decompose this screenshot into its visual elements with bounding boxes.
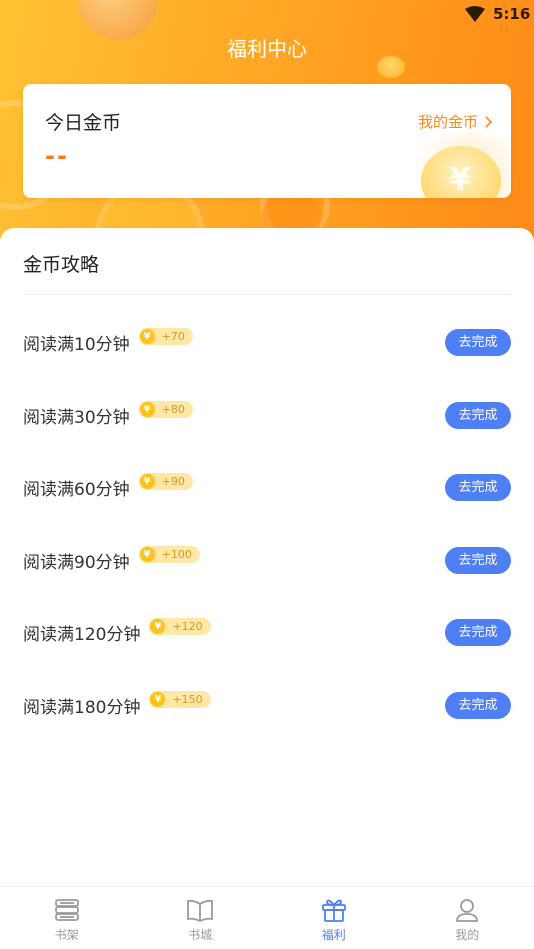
task-label: 阅读满30分钟: [23, 407, 130, 428]
status-bar: 5:16: [0, 0, 534, 30]
task-label: 阅读满10分钟: [23, 335, 130, 355]
page-title: 福利中心: [227, 37, 307, 61]
gift-icon: [321, 899, 346, 922]
yen-coin-icon: ¥: [138, 545, 156, 563]
wifi-icon: [465, 6, 485, 22]
task-label: 阅读满90分钟: [23, 552, 130, 573]
reward-amount: +80: [161, 402, 185, 416]
task-label: 阅读满60分钟: [23, 480, 130, 500]
open-book-icon: [187, 899, 214, 923]
task-row: 阅读满90分钟 ¥ +100 去完成: [0, 522, 534, 595]
chevron-right-icon: [485, 115, 493, 128]
coin-strategy-panel: 金币攻略 阅读满10分钟 ¥ +70 去完成 阅读满30分钟 ¥ +80 去完成: [0, 228, 534, 886]
tab-bookstore[interactable]: 书城: [134, 887, 268, 949]
today-coins-value: --: [45, 142, 69, 170]
my-coins-link[interactable]: 我的金币: [418, 111, 493, 132]
reward-badge: ¥ +150: [149, 690, 211, 708]
reward-amount: +70: [161, 330, 185, 343]
tab-bookshelf[interactable]: 书架: [0, 887, 134, 949]
reward-amount: +100: [161, 547, 192, 561]
tab-label: 我的: [455, 928, 480, 942]
reward-badge: ¥ +120: [149, 618, 211, 635]
reward-badge: ¥ +100: [138, 545, 200, 563]
task-row: 阅读满60分钟 ¥ +90 去完成: [0, 449, 534, 522]
reward-amount: +150: [172, 692, 203, 706]
tab-mine[interactable]: 我的: [401, 887, 534, 949]
bookshelf-icon: [54, 899, 79, 921]
complete-task-button[interactable]: 去完成: [445, 401, 511, 429]
my-coins-label: 我的金币: [417, 113, 478, 131]
complete-task-button[interactable]: 去完成: [445, 546, 511, 574]
task-row: 阅读满180分钟 ¥ +150 去完成: [0, 667, 534, 740]
profile-icon: [456, 899, 479, 922]
divider: [23, 294, 511, 295]
task-label: 阅读满120分钟: [23, 625, 141, 645]
tab-label: 书架: [54, 928, 79, 942]
task-row: 阅读满10分钟 ¥ +70 去完成: [0, 304, 534, 377]
task-row: 阅读满120分钟 ¥ +120 去完成: [0, 594, 534, 667]
tab-welfare[interactable]: 福利: [267, 887, 401, 949]
today-coins-card: ¥ 今日金币 -- 我的金币: [23, 84, 511, 198]
yen-coin-icon: ¥: [138, 473, 156, 490]
reward-badge: ¥ +80: [138, 400, 193, 418]
reward-amount: +120: [172, 620, 203, 633]
reward-badge: ¥ +90: [138, 473, 193, 490]
task-list: 阅读满10分钟 ¥ +70 去完成 阅读满30分钟 ¥ +80 去完成 阅读满6…: [0, 304, 534, 739]
complete-task-button[interactable]: 去完成: [445, 619, 511, 646]
yen-coin-icon: ¥: [149, 690, 167, 708]
complete-task-button[interactable]: 去完成: [445, 474, 511, 501]
task-row: 阅读满30分钟 ¥ +80 去完成: [0, 377, 534, 450]
complete-task-button[interactable]: 去完成: [445, 329, 511, 356]
yen-coin-icon: ¥: [138, 400, 156, 418]
tab-label: 福利: [321, 928, 346, 942]
yen-coin-icon: ¥: [138, 328, 156, 345]
today-coins-title: 今日金币: [45, 112, 122, 134]
tab-label: 书城: [188, 928, 213, 942]
section-title: 金币攻略: [23, 254, 100, 276]
reward-badge: ¥ +70: [138, 328, 193, 345]
reward-amount: +90: [161, 475, 185, 488]
status-time: 5:16: [493, 5, 531, 23]
bottom-tab-bar: 书架 书城 福利 我的: [0, 886, 534, 949]
task-label: 阅读满180分钟: [23, 697, 141, 718]
yen-coin-icon: ¥: [149, 618, 167, 635]
complete-task-button[interactable]: 去完成: [445, 691, 511, 719]
